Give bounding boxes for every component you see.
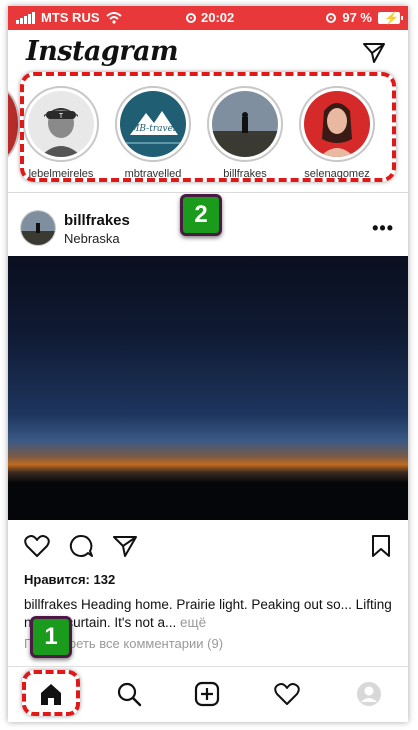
new-post-icon[interactable] — [194, 681, 220, 707]
post-header: billfrakes Nebraska ••• — [8, 196, 408, 256]
direct-message-icon[interactable] — [362, 42, 386, 64]
search-icon[interactable] — [116, 681, 142, 707]
post-actions — [8, 530, 408, 566]
record-icon — [186, 12, 196, 23]
likes-count[interactable]: Нравится: 132 — [24, 572, 115, 587]
divider — [8, 192, 408, 193]
instagram-logo: Instagram — [26, 36, 179, 67]
post-caption: billfrakes Heading home. Prairie light. … — [24, 596, 396, 632]
post-username[interactable]: billfrakes — [64, 212, 130, 229]
activity-heart-icon[interactable] — [274, 681, 300, 707]
wifi-icon — [105, 11, 122, 24]
annotation-badge-1: 1 — [30, 616, 72, 658]
status-bar: MTS RUS 20:02 97 % ⚡ — [8, 6, 408, 30]
caption-more-link[interactable]: ещё — [180, 615, 206, 630]
carrier-label: MTS RUS — [41, 10, 100, 25]
post-image[interactable] — [8, 256, 408, 520]
post-avatar[interactable] — [20, 210, 56, 246]
home-highlight-frame — [22, 670, 80, 716]
app-header: Instagram — [8, 30, 408, 76]
share-icon[interactable] — [112, 534, 138, 558]
profile-avatar-icon[interactable] — [356, 681, 382, 707]
battery-percent: 97 % — [342, 10, 372, 25]
post-location[interactable]: Nebraska — [64, 231, 120, 246]
caption-text: Heading home. Prairie light. Peaking out… — [24, 597, 392, 630]
comment-icon[interactable] — [68, 534, 94, 558]
signal-icon — [16, 11, 35, 24]
more-options-icon[interactable]: ••• — [372, 218, 394, 239]
battery-icon: ⚡ — [378, 11, 403, 25]
clock: 20:02 — [201, 10, 235, 25]
heart-icon[interactable] — [24, 534, 50, 558]
alarm-icon — [326, 12, 337, 23]
phone-screen: MTS RUS 20:02 97 % ⚡ Instagram T lebelme… — [8, 6, 408, 722]
stories-highlight-frame — [20, 72, 396, 182]
bookmark-icon[interactable] — [370, 534, 392, 558]
caption-username[interactable]: billfrakes — [24, 597, 77, 612]
story-avatar-partial[interactable] — [8, 86, 20, 162]
